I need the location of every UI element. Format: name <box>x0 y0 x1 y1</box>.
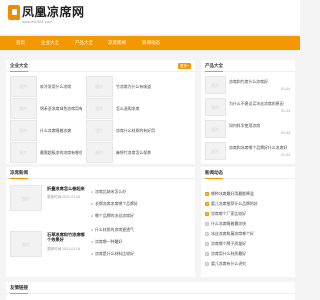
list-item[interactable]: 凉席是什么材料比较好 <box>95 251 190 256</box>
bullet-icon <box>91 241 93 243</box>
list-item[interactable]: 凉席什么材质的有好用 <box>116 128 188 133</box>
list-item[interactable]: 凉席哪一种最好 <box>95 239 190 244</box>
image-placeholder[interactable]: 图片 <box>10 142 37 163</box>
list-item[interactable]: 凉席和冰席哪个品牌好什么凉席好 <box>229 145 291 150</box>
list-item[interactable]: 最需超级凉的凉席有哪些 <box>40 150 82 155</box>
section-title: 企业大全 <box>10 60 28 72</box>
image-placeholder[interactable]: 图片 <box>205 142 226 160</box>
section-title: 新闻动态 <box>205 167 223 179</box>
bullet-icon <box>91 229 93 231</box>
list-item[interactable]: 为什么不建议买冰丝凉席的原因 <box>229 101 291 106</box>
image-placeholder[interactable]: 图片 <box>205 120 226 138</box>
update-label: 更新时间 <box>47 195 62 199</box>
site-logo-text[interactable]: 凤凰凉席网 <box>22 3 85 20</box>
rank-badge: 2 <box>205 202 209 206</box>
enterprises-section: 企业大全 更多+ 图片 图片 图片 图片 软冷发用什么凉席 锦禾圣凉席绿色凉席用… <box>6 60 195 164</box>
item-date: 2021-01-04 <box>62 247 81 251</box>
nav-products[interactable]: 产品大全 <box>75 36 93 50</box>
nav-enterprises[interactable]: 企业大全 <box>41 36 59 50</box>
list-item[interactable]: 哪个品牌的冰丝凉席好 <box>95 213 190 218</box>
section-title: 产品大全 <box>205 60 223 72</box>
item-date: 01-04 <box>281 153 291 157</box>
list-item[interactable]: 什么凉席睡着凉爽 <box>40 128 82 133</box>
item-date: 01-04 <box>281 131 291 135</box>
list-item[interactable]: 怎么选购凉席 <box>116 106 188 111</box>
item-date: 01-04 <box>281 87 291 91</box>
rank-badge: 7 <box>205 252 209 256</box>
bullet-icon <box>91 191 93 193</box>
image-placeholder[interactable]: 图片 <box>10 98 37 119</box>
item-date: 01-04 <box>281 109 291 113</box>
news-section: 凉席新闻 图片 折叠凉席怎么卷起来 更新时间 2021-01-04 图片 石草凉… <box>6 167 195 277</box>
nav-mat-news[interactable]: 凉席新闻 <box>108 36 126 50</box>
site-url: www.fh1981.com <box>22 19 53 24</box>
list-item[interactable]: 什么凉席睡着最凉快 <box>211 221 291 226</box>
update-label: 更新时间 <box>47 247 62 251</box>
image-placeholder[interactable]: 图片 <box>86 98 113 119</box>
more-button[interactable]: 更多+ <box>177 63 191 69</box>
list-item[interactable]: 如何科学使用凉席 <box>229 123 291 128</box>
list-item[interactable]: 麻将竹凉席怎么保养 <box>116 150 188 155</box>
image-placeholder[interactable]: 图片 <box>86 76 113 97</box>
news-feature-title[interactable]: 石草凉席和竹凉席哪个效果好 <box>47 232 87 242</box>
list-item[interactable]: 凉席和竹席什么凉席好 <box>229 79 291 84</box>
image-placeholder[interactable]: 图片 <box>10 231 42 257</box>
section-header: 凉席新闻 <box>6 167 195 179</box>
image-placeholder[interactable]: 图片 <box>205 98 226 116</box>
section-header: 新闻动态 <box>201 167 295 179</box>
list-item[interactable]: 锦禾圣凉席绿色凉席用有 <box>40 106 82 111</box>
section-header: 友情链接 <box>6 282 295 294</box>
rank-badge: 3 <box>205 212 209 216</box>
item-date: 2021-01-04 <box>62 195 81 199</box>
image-placeholder[interactable]: 图片 <box>86 120 113 141</box>
list-item[interactable]: 凉席哪个牌子质量好 <box>211 241 291 246</box>
section-title: 凉席新闻 <box>10 167 28 179</box>
image-placeholder[interactable]: 图片 <box>10 76 37 97</box>
list-item[interactable]: 婴儿凉席推荐什么品牌的好 <box>211 201 291 206</box>
section-title: 友情链接 <box>10 282 28 294</box>
list-item[interactable]: 冰丝凉席和藤凉席哪个好 <box>211 231 291 236</box>
bullet-icon <box>91 203 93 205</box>
rank-badge: 8 <box>205 262 209 266</box>
news-feature-title[interactable]: 折叠凉席怎么卷起来 <box>47 186 85 191</box>
list-item[interactable]: 哪种冰席最好用最能降温 <box>211 191 291 196</box>
site-header: 凤凰凉席网 www.fh1981.com <box>0 0 300 34</box>
list-item[interactable]: 凉席比纳米怎么办 <box>95 189 190 194</box>
list-item[interactable]: 长期凉席凉席哪个品牌好 <box>95 201 190 206</box>
image-placeholder[interactable]: 图片 <box>10 185 42 211</box>
section-header: 企业大全 更多+ <box>6 60 195 72</box>
logo-icon[interactable] <box>8 5 20 20</box>
products-section: 产品大全 图片 图片 图片 图片 凉席和竹席什么凉席好 01-04 为什么不建议… <box>201 60 295 164</box>
nav-home[interactable]: 首页 <box>16 36 25 50</box>
list-item[interactable]: 软冷发用什么凉席 <box>40 84 82 89</box>
bullet-icon <box>91 253 93 255</box>
list-item[interactable]: 凉席哪个厂家比较好 <box>211 211 291 216</box>
list-item[interactable]: 什么材质的凉席更透气 <box>95 227 190 232</box>
list-item[interactable]: 竹凉席为什么有味道 <box>116 84 188 89</box>
rank-badge: 4 <box>205 222 209 226</box>
image-placeholder[interactable]: 图片 <box>86 142 113 163</box>
image-placeholder[interactable]: 图片 <box>10 120 37 141</box>
list-item[interactable]: 婴儿凉席有什么讲究 <box>211 261 291 266</box>
links-section: 友情链接 <box>6 282 295 300</box>
rank-badge: 1 <box>205 192 209 196</box>
section-header: 产品大全 <box>201 60 295 72</box>
nav-news-dynamics[interactable]: 新闻动态 <box>142 36 160 50</box>
dynamics-section: 新闻动态 1 哪种冰席最好用最能降温 2 婴儿凉席推荐什么品牌的好 3 凉席哪个… <box>201 167 295 277</box>
image-placeholder[interactable]: 图片 <box>205 76 226 94</box>
main-nav: 首页 企业大全 产品大全 凉席新闻 新闻动态 <box>0 36 300 50</box>
bullet-icon <box>91 215 93 217</box>
rank-badge: 6 <box>205 242 209 246</box>
rank-badge: 5 <box>205 232 209 236</box>
list-item[interactable]: 凉席用什么材质最好 <box>211 251 291 256</box>
